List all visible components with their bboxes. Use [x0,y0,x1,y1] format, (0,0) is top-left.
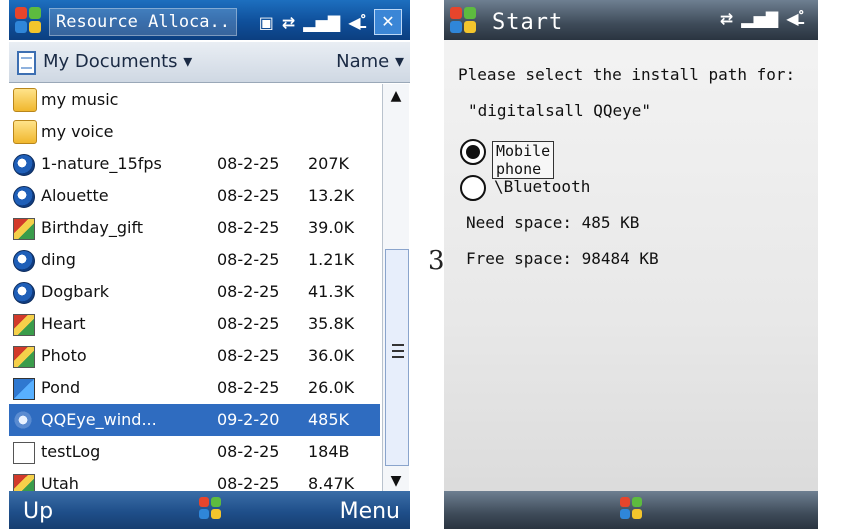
install-screen: Start ⇄ ▂▅▇ ◀ﹿ Please select the install… [444,0,818,529]
list-item[interactable]: ding 08-2-25 1.21K [9,244,380,276]
folder-icon [13,120,37,144]
scroll-thumb[interactable] [385,249,409,466]
list-item[interactable]: Dogbark 08-2-25 41.3K [9,276,380,308]
document-icon [13,442,35,464]
file-size: 485K [308,410,350,429]
file-size: 184B [308,442,350,461]
folder-dropdown[interactable]: My Documents ▾ [43,51,192,72]
file-name: my voice [41,122,114,141]
app-icon [13,410,33,430]
file-name: QQEye_wind... [41,410,157,429]
file-date: 09-2-20 [217,410,280,429]
sort-dropdown[interactable]: Name ▾ [336,51,404,72]
figure-annotation: 3 [428,246,445,276]
mobile-phone-radio[interactable] [460,139,486,165]
softkey-bar: Up Menu [9,491,410,529]
media-icon [13,154,35,176]
file-name: Dogbark [41,282,110,301]
title-bar: Resource Alloca.. ▣ ⇄ ▂▅▇ ◀ﹿ ✕ [9,0,410,40]
documents-icon [17,51,36,75]
list-item[interactable]: testLog 08-2-25 184B [9,436,380,468]
file-name: Heart [41,314,86,333]
file-size: 41.3K [308,282,355,301]
connectivity-icon[interactable]: ⇄ [282,13,295,32]
list-item[interactable]: Birthday_gift 08-2-25 39.0K [9,212,380,244]
file-name: Alouette [41,186,109,205]
need-space-text: Need space: 485 KB [466,213,640,232]
signal-icon[interactable]: ▂▅▇ [303,13,340,32]
list-item-selected[interactable]: QQEye_wind... 09-2-20 485K [9,404,380,436]
list-item[interactable]: my music [9,84,380,116]
file-date: 08-2-25 [217,314,280,333]
window-title: Resource Alloca.. [49,8,237,36]
file-date: 08-2-25 [217,282,280,301]
file-name: Photo [41,346,87,365]
file-name: 1-nature_15fps [41,154,162,173]
file-size: 207K [308,154,350,173]
volume-icon[interactable]: ◀ﹿ [348,13,366,32]
close-button[interactable]: ✕ [374,9,402,35]
windows-flag-icon[interactable] [620,497,642,519]
list-item[interactable]: 1-nature_15fps 08-2-25 207K [9,148,380,180]
file-explorer-screen: Resource Alloca.. ▣ ⇄ ▂▅▇ ◀ﹿ ✕ My Docume… [9,0,410,529]
list-item[interactable]: Alouette 08-2-25 13.2K [9,180,380,212]
list-item[interactable]: Pond 08-2-25 26.0K [9,372,380,404]
file-date: 08-2-25 [217,378,280,397]
grip-icon [392,344,404,358]
connectivity-icon[interactable]: ⇄ [720,9,733,28]
file-date: 08-2-25 [217,186,280,205]
file-date: 08-2-25 [217,154,280,173]
menu-softkey[interactable]: Menu [340,499,400,524]
list-item[interactable]: my voice [9,116,380,148]
list-item[interactable]: Heart 08-2-25 35.8K [9,308,380,340]
file-size: 26.0K [308,378,355,397]
file-date: 08-2-25 [217,346,280,365]
media-icon [13,250,35,272]
softkey-bar [444,491,818,529]
list-item[interactable]: Photo 08-2-25 36.0K [9,340,380,372]
file-name: my music [41,90,119,109]
file-size: 1.21K [308,250,355,269]
image-icon [13,218,35,240]
free-space-text: Free space: 98484 KB [466,249,659,268]
file-name: testLog [41,442,101,461]
folder-icon [13,88,37,112]
window-title: Start [492,10,564,35]
title-bar: Start ⇄ ▂▅▇ ◀ﹿ [444,0,818,40]
file-size: 36.0K [308,346,355,365]
windows-start-icon[interactable] [450,7,476,33]
up-softkey[interactable]: Up [23,499,53,524]
file-name: ding [41,250,76,269]
windows-start-icon[interactable] [15,7,41,33]
file-size: 39.0K [308,218,355,237]
windows-flag-icon[interactable] [198,497,221,519]
image-icon [13,346,35,368]
file-size: 35.8K [308,314,355,333]
file-size: 13.2K [308,186,355,205]
scroll-down-icon[interactable]: ▼ [383,469,409,493]
scroll-up-icon[interactable]: ▲ [383,84,409,108]
mobile-phone-label[interactable]: Mobile phone [492,141,555,179]
file-date: 08-2-25 [217,442,280,461]
file-date: 08-2-25 [217,218,280,237]
media-icon [13,282,35,304]
media-icon [13,186,35,208]
file-name: Pond [41,378,81,397]
explorer-toolbar: My Documents ▾ Name ▾ [9,42,410,83]
image-icon [13,314,35,336]
file-name: Birthday_gift [41,218,144,237]
prompt-text: Please select the install path for: [458,65,796,84]
file-date: 08-2-25 [217,250,280,269]
volume-icon[interactable]: ◀ﹿ [786,9,804,28]
app-name-text: "digitalsall QQeye" [468,101,652,120]
bluetooth-radio[interactable] [460,175,486,201]
image-icon [13,378,35,400]
signal-icon[interactable]: ▂▅▇ [741,9,778,28]
vertical-scrollbar[interactable]: ▲ ▼ [382,84,409,493]
bluetooth-label[interactable]: \Bluetooth [494,177,590,196]
input-icon[interactable]: ▣ [259,13,274,32]
